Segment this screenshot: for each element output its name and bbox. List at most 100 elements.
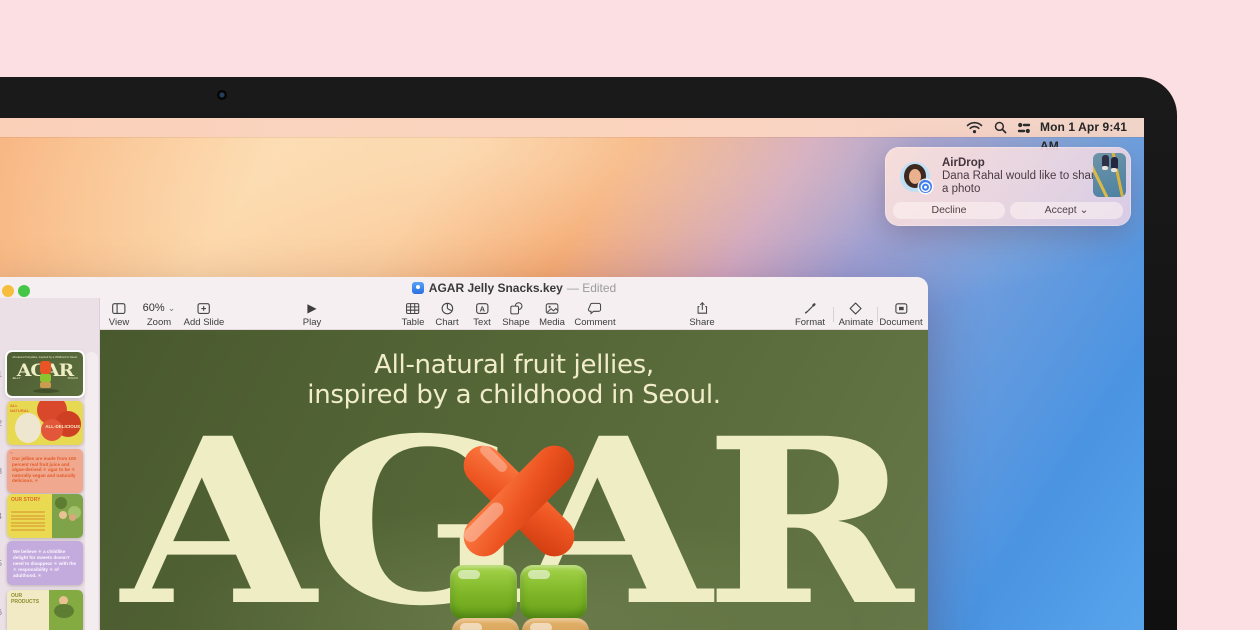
slide-number: 4 (0, 512, 2, 521)
text-icon: A (473, 301, 490, 316)
zoom-window-button[interactable] (18, 285, 30, 297)
thumb-left-panel: OUR STORY (7, 494, 52, 538)
shoe-tip (1102, 166, 1108, 170)
table-button[interactable]: Table (402, 301, 425, 328)
decline-button[interactable]: Decline (893, 202, 1005, 219)
control-center-icon[interactable] (1016, 122, 1032, 134)
face-blob (59, 511, 67, 519)
face-blob (69, 514, 76, 521)
share-label: Share (689, 317, 714, 328)
chart-button[interactable]: Chart (435, 301, 458, 328)
add-slide-icon (184, 301, 225, 316)
thumb-caption-right: SNACK (68, 376, 78, 380)
shape-button[interactable]: Shape (502, 301, 529, 328)
thumb-headline: All-natural fruit jellies, inspired by a… (11, 356, 79, 359)
jelly-cube-amber (522, 618, 589, 630)
red-jelly-blob (41, 419, 63, 441)
jelly-red (40, 361, 51, 374)
thumb-text-bottom: ALL-DELICIOUS (45, 424, 80, 429)
slide-thumbnail-1[interactable]: All-natural fruit jellies, inspired by a… (7, 352, 83, 396)
edited-status: — Edited (567, 281, 616, 295)
comment-button[interactable]: Comment (574, 301, 615, 328)
figure-blob (54, 604, 74, 618)
slide-canvas[interactable]: All-natural fruit jellies, inspired by a… (100, 330, 928, 630)
navigator-scrollbar[interactable] (85, 352, 98, 630)
slide-headline-line1[interactable]: All-natural fruit jellies, (100, 350, 928, 380)
thumb-photo (49, 590, 83, 630)
media-label: Media (539, 317, 565, 328)
toolbar-divider (877, 307, 878, 322)
thumb-text-lines (11, 511, 45, 533)
comment-label: Comment (574, 317, 615, 328)
airdrop-badge-icon (919, 180, 932, 193)
menu-bar: Mon 1 Apr 9:41 AM (0, 118, 1144, 137)
notification-title: AirDrop (942, 157, 985, 169)
window-titlebar: AGAR Jelly Snacks.key — Edited (100, 277, 928, 298)
slide-thumbnail-3[interactable]: ✳ Our jellies are made from 100 percent … (7, 449, 83, 493)
jelly-x-red (440, 426, 598, 576)
play-button[interactable]: ▶ Play (303, 301, 321, 328)
document-label: Document (879, 317, 922, 328)
chart-label: Chart (435, 317, 458, 328)
zoom-control[interactable]: 60% ⌄ Zoom (143, 301, 176, 328)
jelly-cube-green (520, 565, 587, 619)
chart-icon (435, 301, 458, 316)
shared-photo-thumbnail (1093, 153, 1126, 197)
thumb-header: ✳ (10, 451, 13, 455)
menu-bar-clock[interactable]: Mon 1 Apr 9:41 AM (1040, 118, 1140, 137)
format-button[interactable]: Format (795, 301, 825, 328)
thumb-body-text: Our jellies are made from 100 percent re… (12, 456, 78, 484)
slide-thumbnail-4[interactable]: OUR STORY (7, 494, 83, 538)
slide-number: 2 (0, 419, 2, 428)
slide-number: 1 (0, 370, 2, 379)
slide-thumbnail-6[interactable]: OUR PRODUCTS (7, 590, 83, 630)
thumb-caption-left: JELLY (12, 376, 21, 380)
slide-number: 6 (0, 608, 2, 617)
view-button[interactable]: View (109, 301, 129, 328)
thumb-photo (52, 494, 83, 538)
screen-wallpaper: Mon 1 Apr 9:41 AM AirDrop Dana Rahal wou… (0, 118, 1144, 630)
keynote-toolbar: View 60% ⌄ Zoom Add Slide ▶ Play Table (100, 298, 928, 330)
media-button[interactable]: Media (539, 301, 565, 328)
chevron-down-icon: ⌄ (1080, 204, 1089, 216)
svg-text:A: A (479, 304, 485, 313)
play-label: Play (303, 317, 321, 328)
slide-thumbnail-5[interactable]: We believe ✳ a childlike delight for swe… (7, 541, 83, 585)
comment-icon (574, 301, 615, 316)
shoe-tip (1111, 168, 1117, 172)
accept-button[interactable]: Accept ⌄ (1010, 202, 1123, 219)
animate-diamond-icon (839, 301, 874, 316)
jelly-stack[interactable] (440, 426, 598, 630)
shape-label: Shape (502, 317, 529, 328)
thumb-body-text: We believe ✳ a childlike delight for swe… (13, 549, 77, 579)
slide-navigator: 1 All-natural fruit jellies, inspired by… (0, 298, 100, 630)
keynote-window: AGAR Jelly Snacks.key — Edited 1 All-natu… (0, 277, 928, 630)
add-slide-button[interactable]: Add Slide (184, 301, 225, 328)
notification-message-line1: Dana Rahal would like to share (942, 170, 1101, 182)
search-icon[interactable] (994, 121, 1007, 134)
format-label: Format (795, 317, 825, 328)
airdrop-notification[interactable]: AirDrop Dana Rahal would like to share a… (885, 147, 1131, 226)
jelly-cube-amber (452, 618, 519, 630)
text-label: Text (473, 317, 490, 328)
animate-label: Animate (839, 317, 874, 328)
media-icon (539, 301, 565, 316)
thumb-text-top: ALL NATURAL (10, 404, 32, 413)
share-button[interactable]: Share (689, 301, 714, 328)
table-label: Table (402, 317, 425, 328)
toolbar-divider (833, 307, 834, 322)
slide-number: 5 (0, 559, 2, 568)
animate-button[interactable]: Animate (839, 301, 874, 328)
foliage-blob (55, 497, 67, 509)
text-button[interactable]: A Text (473, 301, 490, 328)
minimize-button[interactable] (2, 285, 14, 297)
notification-message-line2: a photo (942, 183, 980, 195)
document-title: AGAR Jelly Snacks.key (429, 281, 563, 295)
slide-thumbnail-2[interactable]: ALL NATURAL ALL-DELICIOUS (7, 401, 83, 445)
jelly-green (40, 374, 51, 382)
jelly-cube-green (450, 565, 517, 619)
document-icon (879, 301, 922, 316)
cream-jelly-blob (15, 413, 41, 443)
document-button[interactable]: Document (879, 301, 922, 328)
wifi-icon[interactable] (966, 121, 983, 134)
